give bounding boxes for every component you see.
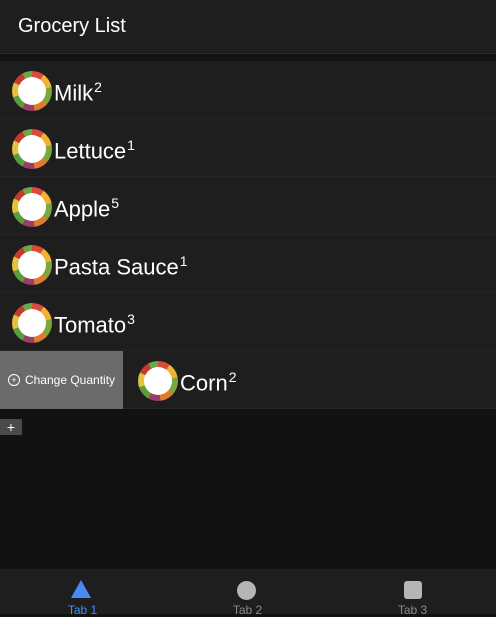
page-title: Grocery List [18,15,126,37]
tab-1[interactable]: Tab 1 [0,569,165,617]
list-item[interactable]: Pasta Sauce1 [0,235,496,293]
list-item[interactable]: + Change Quantity Corn2 [0,351,496,409]
item-name: Pasta Sauce1 [54,253,188,280]
triangle-icon [71,580,91,598]
grocery-avatar [12,187,52,227]
item-name: Corn2 [180,369,237,396]
item-name: Lettuce1 [54,137,135,164]
item-name: Milk2 [54,79,102,106]
change-quantity-label: Change Quantity [24,373,116,387]
app-header: Grocery List [0,0,496,54]
add-item-button[interactable]: + [0,419,22,435]
grocery-list: Milk2 Lettuce1 Apple5 Pasta Sauce1 Tomat… [0,61,496,409]
item-quantity: 2 [228,369,237,385]
item-quantity: 3 [127,311,135,327]
item-quantity: 5 [111,195,120,211]
item-name: Apple5 [54,195,120,222]
item-name: Tomato3 [54,311,135,338]
item-quantity: 1 [127,137,135,153]
tab-2-label: Tab 2 [232,603,263,617]
circle-icon [237,581,256,600]
tab-3-label: Tab 3 [397,603,428,617]
item-quantity: 1 [179,253,188,269]
grocery-avatar [12,245,52,285]
grocery-avatar [12,303,52,343]
item-quantity: 2 [94,79,102,95]
tab-bar: Tab 1 Tab 2 Tab 3 [0,569,496,617]
list-item[interactable]: Tomato3 [0,293,496,351]
add-circle-icon: + [7,374,20,386]
grocery-avatar [12,129,52,169]
change-quantity-button[interactable]: + Change Quantity [0,351,123,409]
list-item[interactable]: Milk2 [0,61,496,119]
list-item[interactable]: Apple5 [0,177,496,235]
tab-1-label: Tab 1 [67,603,98,617]
grocery-avatar [12,71,52,111]
list-item[interactable]: Lettuce1 [0,119,496,177]
tab-3[interactable]: Tab 3 [330,569,495,617]
tab-2[interactable]: Tab 2 [165,569,330,617]
square-icon [404,581,422,599]
grocery-avatar [138,361,178,401]
